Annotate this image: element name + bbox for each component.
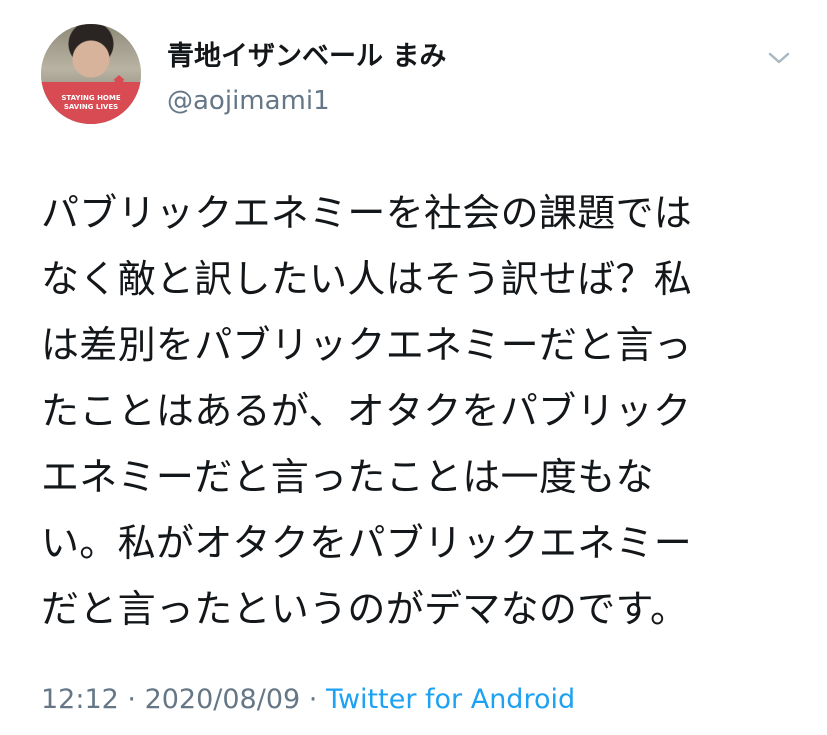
tweet-text: パブリックエネミーを社会の課題では なく敵と訳したい人はそう訳せば？私 は差別を… <box>41 180 791 642</box>
tweet-text-line: なく敵と訳したい人はそう訳せば？私 <box>41 257 693 301</box>
avatar-badge-line1: STAYING HOME <box>61 94 121 102</box>
chevron-down-icon[interactable] <box>767 50 791 66</box>
tweet-text-line: パブリックエネミーを社会の課題では <box>41 191 693 235</box>
tweet-meta: 12:12 · 2020/08/09 · Twitter for Android <box>41 682 575 718</box>
display-name[interactable]: 青地イザンベール まみ <box>167 41 446 73</box>
tweet-text-line: だと言ったというのがデマなのです。 <box>41 587 689 631</box>
tweet-time[interactable]: 12:12 <box>41 684 119 715</box>
tweet-card: STAYING HOME SAVING LIVES 青地イザンベール まみ @a… <box>0 0 827 735</box>
tweet-source-link[interactable]: Twitter for Android <box>326 684 575 715</box>
avatar-badge: STAYING HOME SAVING LIVES <box>41 82 141 124</box>
tweet-header: STAYING HOME SAVING LIVES 青地イザンベール まみ @a… <box>41 24 801 134</box>
meta-separator: · <box>300 684 326 715</box>
tweet-text-line: たことはあるが、オタクをパブリック <box>41 389 692 433</box>
user-handle[interactable]: @aojimami1 <box>167 85 330 117</box>
tweet-text-line: い。私がオタクをパブリックエネミー <box>41 521 693 565</box>
avatar[interactable]: STAYING HOME SAVING LIVES <box>41 24 141 124</box>
meta-separator: · <box>118 684 145 715</box>
tweet-text-line: エネミーだと言ったことは一度もな <box>41 455 654 499</box>
avatar-badge-line2: SAVING LIVES <box>63 103 119 111</box>
tweet-text-line: は差別をパブリックエネミーだと言っ <box>41 323 693 367</box>
tweet-date[interactable]: 2020/08/09 <box>145 684 301 715</box>
